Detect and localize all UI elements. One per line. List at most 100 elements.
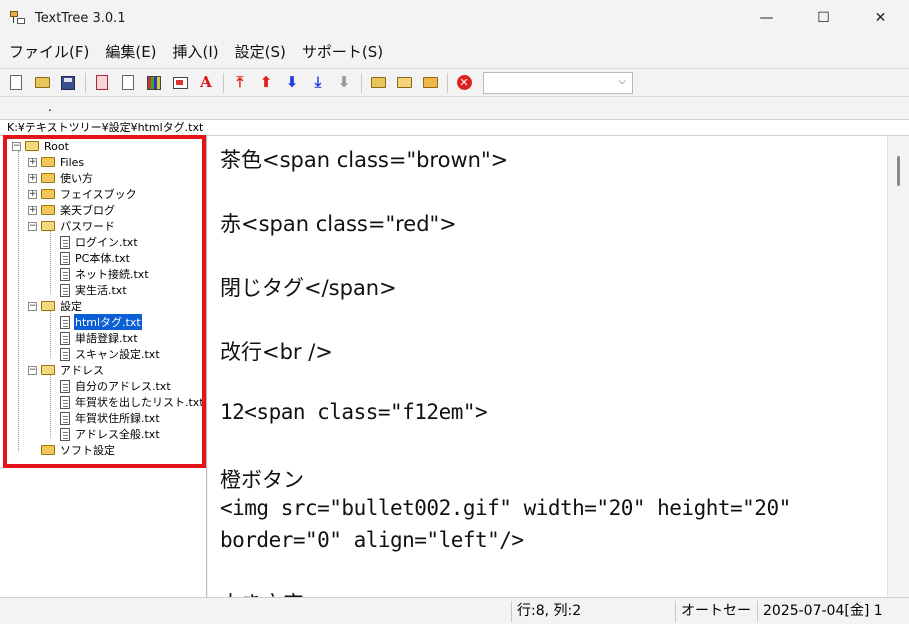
- tree-label: フェイスブック: [60, 188, 137, 201]
- tree-node-file-selected[interactable]: htmlタグ.txt: [60, 313, 143, 331]
- move-disabled-icon: ⬇: [337, 73, 351, 91]
- tree-node-folder[interactable]: + 使い方: [28, 170, 94, 186]
- expand-icon[interactable]: +: [28, 173, 37, 183]
- menu-insert[interactable]: 挿入(I): [165, 41, 227, 62]
- tree-label: PC本体.txt: [75, 252, 130, 265]
- file-icon: [60, 235, 70, 249]
- document-icon[interactable]: [117, 72, 139, 94]
- expand-icon[interactable]: +: [28, 205, 37, 215]
- tree-node-file[interactable]: 単語登録.txt: [60, 330, 139, 346]
- tree-node-file[interactable]: ネット接続.txt: [60, 266, 150, 282]
- folder-icon: [41, 173, 55, 183]
- font-icon[interactable]: A: [195, 72, 217, 94]
- folder-edit-icon[interactable]: [419, 72, 441, 94]
- tree-node-folder[interactable]: − パスワード: [28, 218, 116, 234]
- editor-line: 橙ボタン: [220, 468, 304, 492]
- window-title: TextTree 3.0.1: [35, 10, 126, 26]
- editor-line: 閉じタグ</span>: [220, 276, 397, 300]
- move-top-icon[interactable]: ⤒: [229, 72, 251, 94]
- tree-node-folder[interactable]: + Files: [28, 154, 85, 170]
- books-icon[interactable]: [143, 72, 165, 94]
- new-document-icon[interactable]: [5, 72, 27, 94]
- folder-icon: [41, 189, 55, 199]
- tree-node-file[interactable]: アドレス全般.txt: [60, 426, 161, 442]
- tree-node-file[interactable]: ログイン.txt: [60, 234, 139, 250]
- tree-label: 年賀状住所録.txt: [75, 412, 160, 425]
- file-icon: [60, 411, 70, 425]
- tree-label: 年賀状を出したリスト.txt: [75, 396, 204, 409]
- toolbar-combo[interactable]: ⌵: [483, 71, 633, 94]
- tree-node-folder[interactable]: + フェイスブック: [28, 186, 138, 202]
- move-bottom-icon[interactable]: ⤓: [307, 72, 329, 94]
- tree-label: アドレス全般.txt: [75, 428, 160, 441]
- vertical-scrollbar[interactable]: [887, 136, 909, 597]
- folder-open-icon: [41, 221, 55, 231]
- folder-open-icon: [41, 365, 55, 375]
- file-icon: [60, 331, 70, 345]
- card-icon[interactable]: [169, 72, 191, 94]
- expand-icon[interactable]: +: [28, 157, 37, 167]
- tree-label: ソフト設定: [60, 444, 115, 457]
- folder-open-icon[interactable]: [393, 72, 415, 94]
- minimize-button[interactable]: —: [738, 0, 795, 36]
- folder-open-icon: [41, 301, 55, 311]
- maximize-button[interactable]: ☐: [795, 0, 852, 36]
- tab-item[interactable]: .: [48, 100, 52, 114]
- file-icon: [60, 427, 70, 441]
- tree-node-file[interactable]: スキャン設定.txt: [60, 346, 161, 362]
- title-bar: TextTree 3.0.1 — ☐ ✕: [0, 0, 909, 36]
- editor-line: 大き文字: [220, 588, 304, 597]
- expand-icon[interactable]: +: [28, 189, 37, 199]
- tree-node-folder[interactable]: − アドレス: [28, 362, 105, 378]
- tree-node-file[interactable]: 自分のアドレス.txt: [60, 378, 172, 394]
- tree-node-file[interactable]: 年賀状住所録.txt: [60, 410, 161, 426]
- file-icon: [60, 251, 70, 265]
- tree-pane[interactable]: − Root + Files + 使い方 + フェイスブック + 楽天ブログ −…: [0, 136, 207, 597]
- tree-connector: [50, 230, 51, 294]
- file-path: K:¥テキストツリー¥設定¥htmlタグ.txt: [0, 119, 909, 136]
- close-button[interactable]: ✕: [852, 0, 909, 36]
- red-document-icon[interactable]: [91, 72, 113, 94]
- tree-node-folder[interactable]: ソフト設定: [41, 442, 116, 458]
- file-icon: [60, 379, 70, 393]
- file-icon: [60, 347, 70, 361]
- toolbar-separator: [85, 72, 86, 93]
- chevron-down-icon[interactable]: ⌵: [618, 76, 626, 87]
- menu-settings[interactable]: 設定(S): [227, 41, 294, 62]
- folder-open-icon: [25, 141, 39, 151]
- menu-bar: ファイル(F) 編集(E) 挿入(I) 設定(S) サポート(S): [0, 36, 909, 66]
- status-bar: 行:8, 列:2 オートセー 2025-07-04[金] 1: [0, 597, 909, 624]
- menu-edit[interactable]: 編集(E): [97, 41, 164, 62]
- file-icon: [60, 267, 70, 281]
- tree-label: アドレス: [60, 364, 104, 377]
- collapse-icon[interactable]: −: [28, 221, 37, 231]
- collapse-icon[interactable]: −: [28, 301, 37, 311]
- collapse-icon[interactable]: −: [28, 365, 37, 375]
- tree-node-file[interactable]: PC本体.txt: [60, 250, 131, 266]
- text-editor[interactable]: 茶色<span class="brown"> 赤<span class="red…: [208, 136, 887, 597]
- editor-line: 赤<span class="red">: [220, 212, 457, 236]
- scroll-thumb[interactable]: [897, 156, 900, 186]
- tree-node-file[interactable]: 年賀状を出したリスト.txt: [60, 394, 205, 410]
- tree-label: ログイン.txt: [75, 236, 138, 249]
- stop-icon[interactable]: ✕: [453, 72, 475, 94]
- menu-file[interactable]: ファイル(F): [0, 41, 97, 62]
- move-down-icon[interactable]: ⬇: [281, 72, 303, 94]
- tree-node-folder[interactable]: − 設定: [28, 298, 83, 314]
- save-icon[interactable]: [57, 72, 79, 94]
- file-icon: [60, 315, 70, 329]
- folder-icon: [41, 157, 55, 167]
- tree-node-file[interactable]: 実生活.txt: [60, 282, 128, 298]
- app-icon: [9, 9, 27, 27]
- menu-support[interactable]: サポート(S): [294, 41, 391, 62]
- folder-icon: [41, 445, 55, 455]
- tree-label: 楽天ブログ: [60, 204, 115, 217]
- collapse-icon[interactable]: −: [12, 141, 21, 151]
- move-up-icon[interactable]: ⬆: [255, 72, 277, 94]
- toolbar-separator: [361, 72, 362, 93]
- open-folder-icon[interactable]: [31, 72, 53, 94]
- tree-node-folder[interactable]: + 楽天ブログ: [28, 202, 116, 218]
- tree-node-root[interactable]: − Root: [12, 138, 70, 154]
- folder-icon[interactable]: [367, 72, 389, 94]
- editor-line: 12<span class="f12em">: [220, 400, 488, 424]
